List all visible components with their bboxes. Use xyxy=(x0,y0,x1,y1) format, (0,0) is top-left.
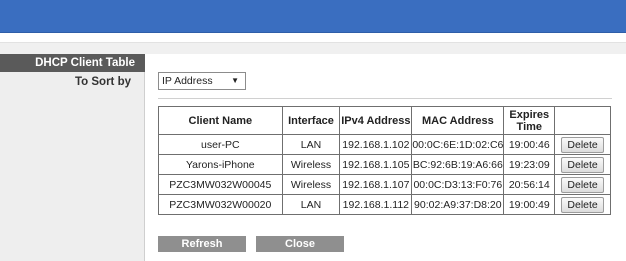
delete-button[interactable]: Delete xyxy=(561,196,604,213)
table-row: PZC3MW032W00020 LAN 192.168.1.112 90:02:… xyxy=(158,194,611,215)
sort-by-value: IP Address xyxy=(162,75,213,87)
header-ipv4-address: IPv4 Address xyxy=(339,106,413,135)
refresh-button[interactable]: Refresh xyxy=(158,236,246,252)
menu-strip xyxy=(0,42,626,54)
cell-ipv4-address: 192.168.1.105 xyxy=(339,154,413,175)
cell-client-name: Yarons-iPhone xyxy=(158,154,283,175)
header-expires-time: Expires Time xyxy=(503,106,556,135)
cell-interface: Wireless xyxy=(281,154,341,175)
close-button[interactable]: Close xyxy=(256,236,344,252)
delete-button[interactable]: Delete xyxy=(561,156,604,173)
cell-ipv4-address: 192.168.1.112 xyxy=(339,194,413,215)
delete-button[interactable]: Delete xyxy=(561,176,604,193)
sort-label: To Sort by xyxy=(74,76,131,88)
cell-expires-time: 20:56:14 xyxy=(503,174,556,195)
table-row: Yarons-iPhone Wireless 192.168.1.105 BC:… xyxy=(158,154,611,175)
table-row: PZC3MW032W00045 Wireless 192.168.1.107 0… xyxy=(158,174,611,195)
cell-mac-address: 00:0C:6E:1D:02:C6 xyxy=(411,134,505,155)
header-client-name: Client Name xyxy=(158,106,283,135)
dhcp-client-table: Client Name Interface IPv4 Address MAC A… xyxy=(158,106,611,215)
cell-action: Delete xyxy=(554,194,611,215)
cell-interface: LAN xyxy=(281,194,341,215)
header-action xyxy=(554,106,611,135)
divider xyxy=(158,98,612,99)
delete-button[interactable]: Delete xyxy=(561,136,604,153)
cell-client-name: user-PC xyxy=(158,134,283,155)
cell-interface: Wireless xyxy=(281,174,341,195)
header-mac-address: MAC Address xyxy=(411,106,505,135)
section-title: DHCP Client Table xyxy=(0,54,145,72)
triangle-down-icon: ▼ xyxy=(231,76,239,85)
cell-interface: LAN xyxy=(281,134,341,155)
cell-mac-address: 00:0C:D3:13:F0:76 xyxy=(411,174,505,195)
cell-action: Delete xyxy=(554,134,611,155)
table-row: user-PC LAN 192.168.1.102 00:0C:6E:1D:02… xyxy=(158,134,611,155)
cell-mac-address: 90:02:A9:37:D8:20 xyxy=(411,194,505,215)
sort-by-select[interactable]: IP Address ▼ xyxy=(158,72,246,90)
left-panel: DHCP Client Table To Sort by xyxy=(0,54,145,261)
cell-ipv4-address: 192.168.1.102 xyxy=(339,134,413,155)
cell-expires-time: 19:00:49 xyxy=(503,194,556,215)
cell-mac-address: BC:92:6B:19:A6:66 xyxy=(411,154,505,175)
cell-expires-time: 19:00:46 xyxy=(503,134,556,155)
cell-action: Delete xyxy=(554,174,611,195)
header-interface: Interface xyxy=(281,106,341,135)
cell-action: Delete xyxy=(554,154,611,175)
cell-client-name: PZC3MW032W00045 xyxy=(158,174,283,195)
cell-client-name: PZC3MW032W00020 xyxy=(158,194,283,215)
cell-expires-time: 19:23:09 xyxy=(503,154,556,175)
top-banner xyxy=(0,0,626,33)
cell-ipv4-address: 192.168.1.107 xyxy=(339,174,413,195)
table-header-row: Client Name Interface IPv4 Address MAC A… xyxy=(158,106,611,135)
